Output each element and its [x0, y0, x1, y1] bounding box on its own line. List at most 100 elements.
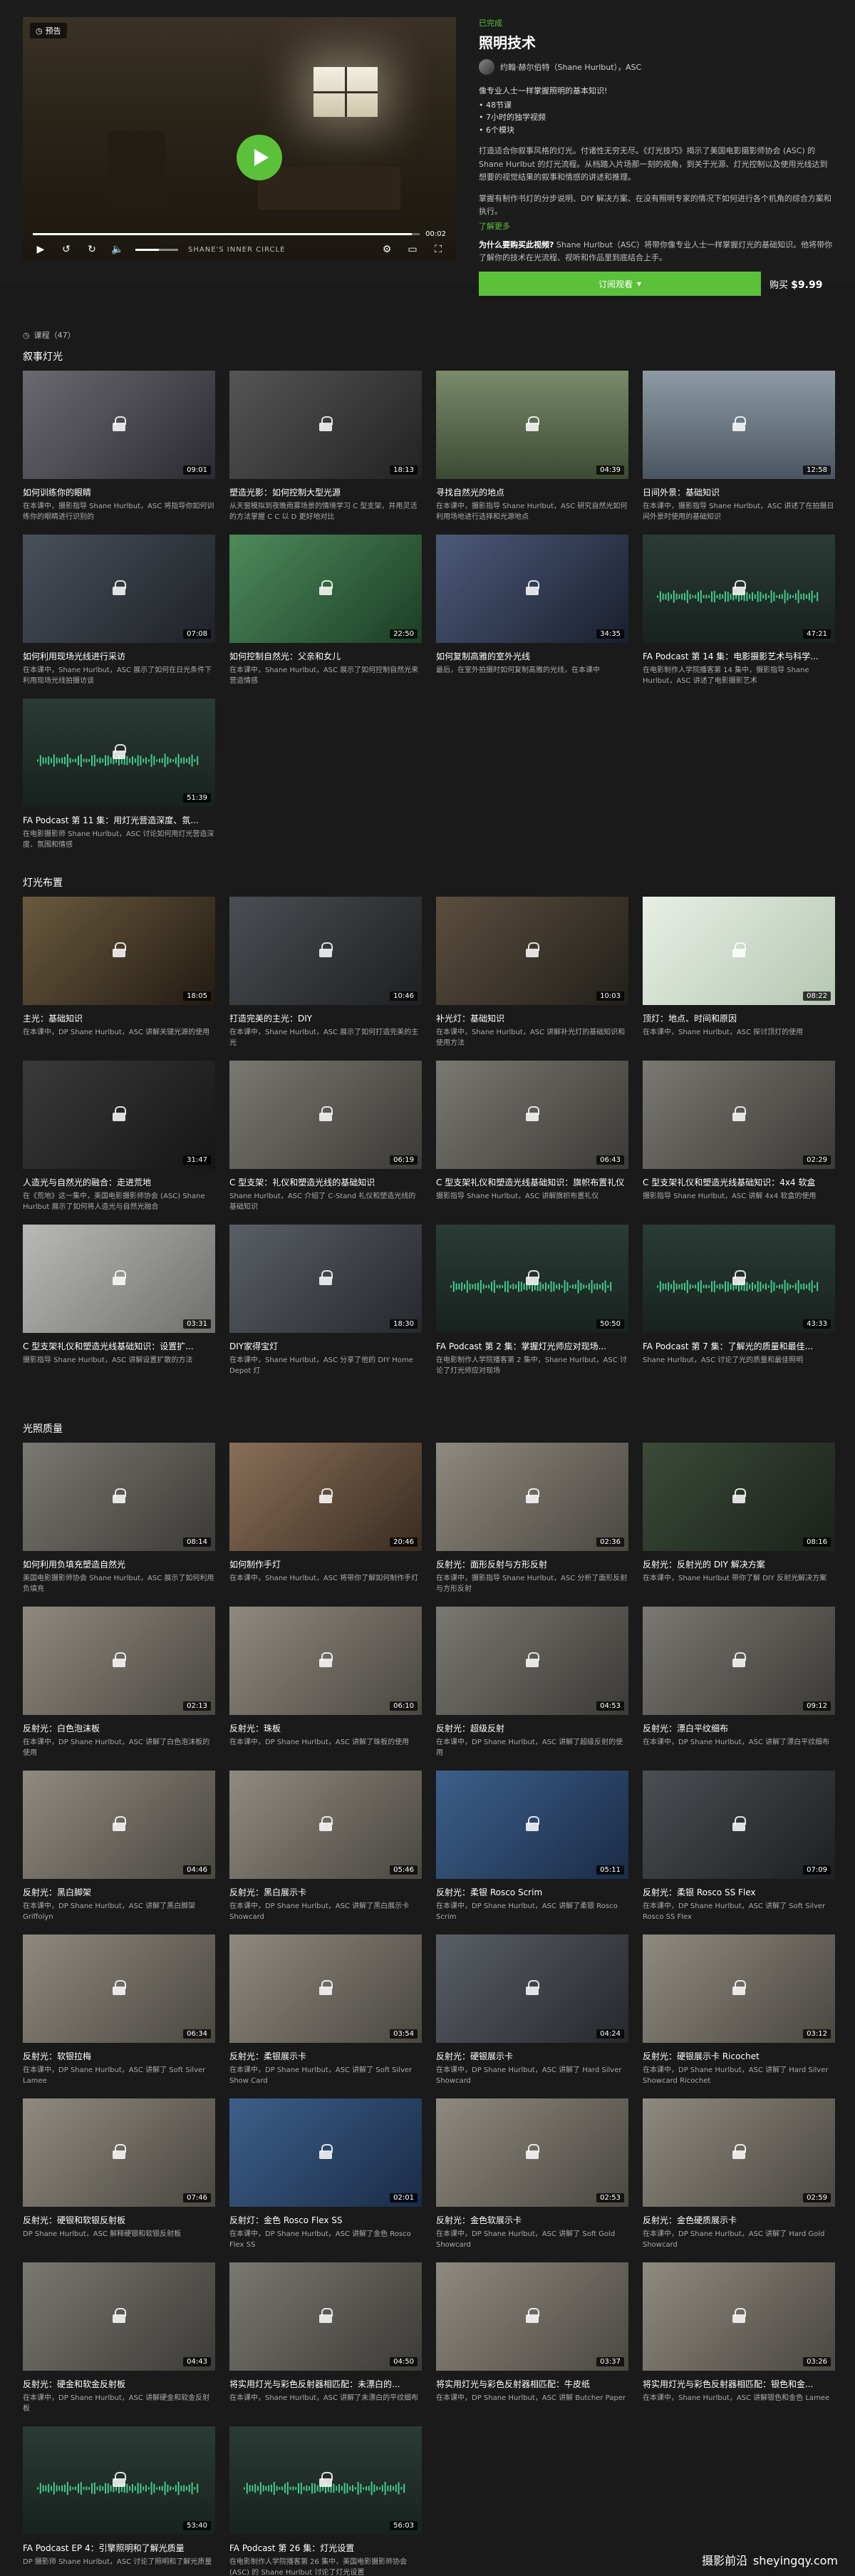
lesson-card[interactable]: 10:46 打造完美的主光：DIY 在本课中，Shane Hurlbut，ASC 展…	[229, 897, 422, 1049]
lesson-thumbnail[interactable]: 08:16	[643, 1443, 835, 1551]
lesson-title[interactable]: 反射光：黑白脚架	[23, 1886, 215, 1898]
lesson-card[interactable]: 31:47 人造光与自然光的融合：走进荒地 在《荒地》这一集中，美国电影摄影师协会 …	[23, 1061, 215, 1212]
lesson-title[interactable]: 如何控制自然光：父亲和女儿	[229, 650, 422, 662]
lesson-title[interactable]: 如何利用现场光线进行采访	[23, 650, 215, 662]
lesson-card[interactable]: 08:22 顶灯：地点、时间和原因 在本课中，Shane Hurlbut，ASC 探…	[643, 897, 835, 1049]
lesson-thumbnail[interactable]: 03:12	[643, 1934, 835, 2043]
lesson-title[interactable]: C 型支架礼仪和塑造光线基础知识：4x4 软盒	[643, 1176, 835, 1188]
lesson-card[interactable]: 08:14 如何利用负填充塑造自然光 美国电影摄影师协会 Shane Hurlbut…	[23, 1443, 215, 1594]
lesson-thumbnail[interactable]: 12:58	[643, 371, 835, 479]
lesson-thumbnail[interactable]: 05:46	[229, 1771, 422, 1879]
lesson-thumbnail[interactable]: 02:01	[229, 2098, 422, 2207]
lesson-thumbnail[interactable]: 07:46	[23, 2098, 215, 2207]
lesson-card[interactable]: 02:29 C 型支架礼仪和塑造光线基础知识：4x4 软盒 摄影指导 Shane H…	[643, 1061, 835, 1212]
lesson-thumbnail[interactable]: 07:09	[643, 1771, 835, 1879]
lesson-card[interactable]: 34:35 如何复制高雅的室外光线 最后，在室外拍摄时如何复制高雅的光线，在本课中	[436, 535, 628, 686]
lesson-card[interactable]: 18:13 塑造光影：如何控制大型光源 从天窗模拟到夜晚雨雾场景的情境学习 C 型支…	[229, 371, 422, 522]
lesson-thumbnail[interactable]: 08:22	[643, 897, 835, 1005]
lesson-title[interactable]: 主光：基础知识	[23, 1012, 215, 1024]
buy-button[interactable]: 购买 $9.99	[770, 277, 822, 291]
lesson-card[interactable]: 06:19 C 型支架：礼仪和塑造光线的基础知识 Shane Hurlbut，ASC…	[229, 1061, 422, 1212]
lesson-thumbnail[interactable]: 02:29	[643, 1061, 835, 1169]
lesson-thumbnail[interactable]: 07:08	[23, 535, 215, 643]
lesson-title[interactable]: 日间外景：基础知识	[643, 486, 835, 498]
lesson-thumbnail[interactable]: 08:14	[23, 1443, 215, 1551]
lesson-card[interactable]: 02:53 反射光：金色软展示卡 在本课中，DP Shane Hurlbut，ASC…	[436, 2098, 628, 2250]
fullscreen-icon[interactable]: ⛶	[430, 242, 446, 257]
lesson-thumbnail[interactable]: 04:43	[23, 2262, 215, 2371]
lesson-title[interactable]: 反射光：硬银展示卡 Ricochet	[643, 2050, 835, 2062]
lesson-card[interactable]: 04:39 寻找自然光的地点 在本课中，摄影指导 Shane Hurlbut，ASC…	[436, 371, 628, 522]
lesson-title[interactable]: 反射光：硬金和软金反射板	[23, 2378, 215, 2390]
lesson-thumbnail[interactable]: 04:50	[229, 2262, 422, 2371]
instructor[interactable]: 约翰·赫尔伯特（Shane Hurlbut），ASC	[479, 59, 835, 75]
lesson-thumbnail[interactable]: 18:30	[229, 1225, 422, 1333]
lesson-thumbnail[interactable]: 53:40	[23, 2426, 215, 2535]
lesson-card[interactable]: 22:50 如何控制自然光：父亲和女儿 在本课中，Shane Hurlbut，ASC…	[229, 535, 422, 686]
lesson-card[interactable]: 06:34 反射光：软银拉梅 在本课中，DP Shane Hurlbut，ASC 讲…	[23, 1934, 215, 2086]
lesson-card[interactable]: 02:13 反射光：白色泡沫板 在本课中，DP Shane Hurlbut，ASC …	[23, 1607, 215, 1758]
play-icon[interactable]: ▶	[33, 242, 48, 257]
lesson-thumbnail[interactable]: 20:46	[229, 1443, 422, 1551]
lesson-thumbnail[interactable]: 03:37	[436, 2262, 628, 2371]
lesson-title[interactable]: 如何复制高雅的室外光线	[436, 650, 628, 662]
lesson-card[interactable]: 20:46 如何制作手灯 在本课中，Shane Hurlbut，ASC 将带你了解如…	[229, 1443, 422, 1594]
lesson-thumbnail[interactable]: 04:24	[436, 1934, 628, 2043]
lesson-thumbnail[interactable]: 51:39	[23, 699, 215, 807]
lesson-card[interactable]: 07:46 反射光：硬银和软银反射板 DP Shane Hurlbut，ASC 解释…	[23, 2098, 215, 2250]
lesson-title[interactable]: 反射光：面形反射与方形反射	[436, 1558, 628, 1570]
lesson-card[interactable]: 43:33 FA Podcast 第 7 集：了解光的质量和最佳... Shane …	[643, 1225, 835, 1376]
lesson-title[interactable]: 反射光：柔银 Rosco SS Flex	[643, 1886, 835, 1898]
lesson-title[interactable]: 寻找自然光的地点	[436, 486, 628, 498]
lesson-card[interactable]: 08:16 反射光：反射光的 DIY 解决方案 在本课中，Shane Hurlbut…	[643, 1443, 835, 1594]
volume-icon[interactable]: 🔈	[110, 242, 125, 257]
lesson-card[interactable]: 18:05 主光：基础知识 在本课中，DP Shane Hurlbut，ASC 讲解…	[23, 897, 215, 1049]
rewind-10-icon[interactable]: ↺	[58, 242, 74, 257]
lesson-card[interactable]: 05:46 反射光：黑白展示卡 在本课中，DP Shane Hurlbut，ASC …	[229, 1771, 422, 1922]
learn-more-link[interactable]: 了解更多	[479, 220, 510, 232]
video-player[interactable]: ◷ 预告 00:02 ▶ ↺ ↻ 🔈 SHANE'S INNER CIRCLE …	[23, 17, 456, 261]
lesson-thumbnail[interactable]: 02:36	[436, 1443, 628, 1551]
lesson-thumbnail[interactable]: 10:46	[229, 897, 422, 1005]
lesson-title[interactable]: C 型支架礼仪和塑造光线基础知识：设置扩...	[23, 1340, 215, 1352]
lesson-title[interactable]: 反射光：软银拉梅	[23, 2050, 215, 2062]
lesson-title[interactable]: FA Podcast 第 14 集：电影摄影艺术与科学...	[643, 650, 835, 662]
lesson-title[interactable]: 反射光：硬银和软银反射板	[23, 2214, 215, 2226]
lesson-title[interactable]: FA Podcast 第 26 集：灯光设置	[229, 2542, 422, 2554]
lesson-title[interactable]: 将实用灯光与彩色反射器相匹配：未漂白的...	[229, 2378, 422, 2390]
lesson-card[interactable]: 05:11 反射光：柔银 Rosco Scrim 在本课中，DP Shane Hur…	[436, 1771, 628, 1922]
lesson-card[interactable]: 04:24 反射光：硬银展示卡 在本课中，DP Shane Hurlbut，ASC …	[436, 1934, 628, 2086]
lesson-title[interactable]: 顶灯：地点、时间和原因	[643, 1012, 835, 1024]
lesson-card[interactable]: 02:59 反射光：金色硬质展示卡 在本课中，DP Shane Hurlbut，AS…	[643, 2098, 835, 2250]
lesson-card[interactable]: 47:21 FA Podcast 第 14 集：电影摄影艺术与科学... 在电影制作…	[643, 535, 835, 686]
lesson-card[interactable]: 06:43 C 型支架礼仪和塑造光线基础知识：旗帜布置礼仪 摄影指导 Shane H…	[436, 1061, 628, 1212]
lesson-title[interactable]: FA Podcast 第 7 集：了解光的质量和最佳...	[643, 1340, 835, 1352]
lesson-title[interactable]: 打造完美的主光：DIY	[229, 1012, 422, 1024]
lesson-title[interactable]: 如何制作手灯	[229, 1558, 422, 1570]
lesson-title[interactable]: C 型支架：礼仪和塑造光线的基础知识	[229, 1176, 422, 1188]
play-button[interactable]	[237, 135, 282, 180]
lesson-title[interactable]: 人造光与自然光的融合：走进荒地	[23, 1176, 215, 1188]
lesson-card[interactable]: 56:03 FA Podcast 第 26 集：灯光设置 在电影制作人学院播客第 2…	[229, 2426, 422, 2576]
lesson-thumbnail[interactable]: 43:33	[643, 1225, 835, 1333]
lesson-card[interactable]: 07:08 如何利用现场光线进行采访 在本课中，Shane Hurlbut，ASC …	[23, 535, 215, 686]
lesson-title[interactable]: FA Podcast EP 4：引擎照明和了解光质量	[23, 2542, 215, 2554]
lesson-title[interactable]: 反射灯：金色 Rosco Flex SS	[229, 2214, 422, 2226]
lesson-thumbnail[interactable]: 05:11	[436, 1771, 628, 1879]
lesson-title[interactable]: 补光灯：基础知识	[436, 1012, 628, 1024]
lesson-thumbnail[interactable]: 31:47	[23, 1061, 215, 1169]
lesson-thumbnail[interactable]: 50:50	[436, 1225, 628, 1333]
lesson-title[interactable]: 反射光：硬银展示卡	[436, 2050, 628, 2062]
lesson-thumbnail[interactable]: 04:46	[23, 1771, 215, 1879]
lesson-thumbnail[interactable]: 18:05	[23, 897, 215, 1005]
lesson-card[interactable]: 18:30 DIY家得宝灯 在本课中，Shane Hurlbut，ASC 分享了他的…	[229, 1225, 422, 1376]
lesson-card[interactable]: 09:12 反射光：漂白平纹细布 在本课中，DP Shane Hurlbut，ASC…	[643, 1607, 835, 1758]
lesson-thumbnail[interactable]: 04:39	[436, 371, 628, 479]
lesson-title[interactable]: FA Podcast 第 2 集：掌握灯光师应对现场...	[436, 1340, 628, 1352]
lesson-title[interactable]: 反射光：漂白平纹细布	[643, 1722, 835, 1734]
lesson-thumbnail[interactable]: 03:26	[643, 2262, 835, 2371]
lesson-card[interactable]: 10:03 补光灯：基础知识 在本课中，Shane Hurlbut，ASC 讲解补光…	[436, 897, 628, 1049]
lesson-card[interactable]: 03:31 C 型支架礼仪和塑造光线基础知识：设置扩... 摄影指导 Shane H…	[23, 1225, 215, 1376]
lesson-thumbnail[interactable]: 06:10	[229, 1607, 422, 1715]
lesson-title[interactable]: 反射光：反射光的 DIY 解决方案	[643, 1558, 835, 1570]
